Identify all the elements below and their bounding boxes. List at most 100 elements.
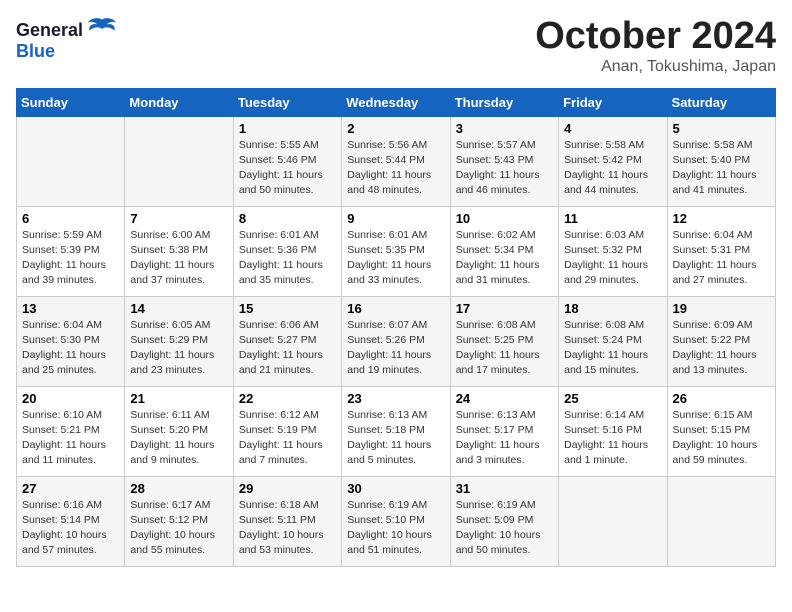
day-number: 2 [347,121,444,136]
calendar-cell: 23 Sunrise: 6:13 AMSunset: 5:18 PMDayligh… [342,386,450,476]
day-number: 10 [456,211,553,226]
day-info: Sunrise: 6:13 AMSunset: 5:17 PMDaylight:… [456,408,553,469]
calendar-cell: 21 Sunrise: 6:11 AMSunset: 5:20 PMDayligh… [125,386,233,476]
day-number: 15 [239,301,336,316]
logo: General Blue [16,16,116,62]
calendar-week-3: 20 Sunrise: 6:10 AMSunset: 5:21 PMDayligh… [17,386,776,476]
calendar-cell: 22Sunrise: 6:12 AMSunset: 5:19 PMDayligh… [233,386,341,476]
day-number: 26 [673,391,770,406]
logo-blue: Blue [16,41,55,62]
day-number: 8 [239,211,336,226]
calendar-cell [125,116,233,206]
day-info: Sunrise: 6:14 AMSunset: 5:16 PMDaylight:… [564,408,661,469]
day-info: Sunrise: 5:55 AMSunset: 5:46 PMDaylight:… [239,138,336,199]
header-sunday: Sunday [17,88,125,116]
day-info: Sunrise: 6:11 AMSunset: 5:20 PMDaylight:… [130,408,227,469]
title-area: October 2024 Anan, Tokushima, Japan [535,16,776,76]
day-info: Sunrise: 6:01 AMSunset: 5:36 PMDaylight:… [239,228,336,289]
day-info: Sunrise: 6:13 AMSunset: 5:18 PMDaylight:… [347,408,444,469]
day-info: Sunrise: 5:59 AMSunset: 5:39 PMDaylight:… [22,228,119,289]
page-header: General Blue October 2024 Anan, Tokushim… [16,16,776,76]
calendar-cell: 18 Sunrise: 6:08 AMSunset: 5:24 PMDayligh… [559,296,667,386]
calendar-cell: 25 Sunrise: 6:14 AMSunset: 5:16 PMDayligh… [559,386,667,476]
logo-bird-icon [88,16,116,36]
calendar-cell: 28 Sunrise: 6:17 AMSunset: 5:12 PMDayligh… [125,476,233,566]
calendar-cell: 19 Sunrise: 6:09 AMSunset: 5:22 PMDayligh… [667,296,775,386]
day-number: 16 [347,301,444,316]
day-info: Sunrise: 6:05 AMSunset: 5:29 PMDaylight:… [130,318,227,379]
day-info: Sunrise: 6:01 AMSunset: 5:35 PMDaylight:… [347,228,444,289]
day-info: Sunrise: 5:58 AMSunset: 5:42 PMDaylight:… [564,138,661,199]
day-info: Sunrise: 6:06 AMSunset: 5:27 PMDaylight:… [239,318,336,379]
header-wednesday: Wednesday [342,88,450,116]
logo-text: General [16,16,116,41]
day-info: Sunrise: 6:17 AMSunset: 5:12 PMDaylight:… [130,498,227,559]
day-number: 28 [130,481,227,496]
calendar-week-2: 13Sunrise: 6:04 AMSunset: 5:30 PMDayligh… [17,296,776,386]
day-number: 19 [673,301,770,316]
day-number: 31 [456,481,553,496]
calendar-cell: 24 Sunrise: 6:13 AMSunset: 5:17 PMDayligh… [450,386,558,476]
day-info: Sunrise: 6:19 AMSunset: 5:10 PMDaylight:… [347,498,444,559]
calendar-cell: 31 Sunrise: 6:19 AMSunset: 5:09 PMDayligh… [450,476,558,566]
calendar-cell: 15 Sunrise: 6:06 AMSunset: 5:27 PMDayligh… [233,296,341,386]
logo-general: General [16,20,83,40]
calendar-cell: 30Sunrise: 6:19 AMSunset: 5:10 PMDayligh… [342,476,450,566]
calendar-cell: 17 Sunrise: 6:08 AMSunset: 5:25 PMDayligh… [450,296,558,386]
header-saturday: Saturday [667,88,775,116]
calendar-week-4: 27Sunrise: 6:16 AMSunset: 5:14 PMDayligh… [17,476,776,566]
header-tuesday: Tuesday [233,88,341,116]
header-friday: Friday [559,88,667,116]
day-number: 18 [564,301,661,316]
day-info: Sunrise: 6:10 AMSunset: 5:21 PMDaylight:… [22,408,119,469]
day-info: Sunrise: 6:08 AMSunset: 5:24 PMDaylight:… [564,318,661,379]
calendar-cell: 11Sunrise: 6:03 AMSunset: 5:32 PMDayligh… [559,206,667,296]
day-info: Sunrise: 6:04 AMSunset: 5:31 PMDaylight:… [673,228,770,289]
calendar-table: SundayMondayTuesdayWednesdayThursdayFrid… [16,88,776,567]
day-number: 17 [456,301,553,316]
header-monday: Monday [125,88,233,116]
day-number: 21 [130,391,227,406]
calendar-cell: 16 Sunrise: 6:07 AMSunset: 5:26 PMDayligh… [342,296,450,386]
calendar-cell [559,476,667,566]
header-thursday: Thursday [450,88,558,116]
calendar-cell: 8 Sunrise: 6:01 AMSunset: 5:36 PMDaylight… [233,206,341,296]
header-row: SundayMondayTuesdayWednesdayThursdayFrid… [17,88,776,116]
day-number: 9 [347,211,444,226]
calendar-cell: 3Sunrise: 5:57 AMSunset: 5:43 PMDaylight… [450,116,558,206]
day-number: 25 [564,391,661,406]
calendar-cell: 2 Sunrise: 5:56 AMSunset: 5:44 PMDaylight… [342,116,450,206]
day-info: Sunrise: 6:02 AMSunset: 5:34 PMDaylight:… [456,228,553,289]
day-info: Sunrise: 5:56 AMSunset: 5:44 PMDaylight:… [347,138,444,199]
day-number: 20 [22,391,119,406]
calendar-cell: 29 Sunrise: 6:18 AMSunset: 5:11 PMDayligh… [233,476,341,566]
day-info: Sunrise: 6:16 AMSunset: 5:14 PMDaylight:… [22,498,119,559]
day-number: 5 [673,121,770,136]
day-info: Sunrise: 6:19 AMSunset: 5:09 PMDaylight:… [456,498,553,559]
calendar-cell: 27Sunrise: 6:16 AMSunset: 5:14 PMDayligh… [17,476,125,566]
day-number: 23 [347,391,444,406]
calendar-cell: 7 Sunrise: 6:00 AMSunset: 5:38 PMDaylight… [125,206,233,296]
day-number: 6 [22,211,119,226]
day-number: 7 [130,211,227,226]
day-info: Sunrise: 6:18 AMSunset: 5:11 PMDaylight:… [239,498,336,559]
day-number: 4 [564,121,661,136]
calendar-cell [667,476,775,566]
day-number: 24 [456,391,553,406]
calendar-cell: 9 Sunrise: 6:01 AMSunset: 5:35 PMDaylight… [342,206,450,296]
day-info: Sunrise: 5:58 AMSunset: 5:40 PMDaylight:… [673,138,770,199]
day-info: Sunrise: 6:07 AMSunset: 5:26 PMDaylight:… [347,318,444,379]
day-number: 29 [239,481,336,496]
day-info: Sunrise: 5:57 AMSunset: 5:43 PMDaylight:… [456,138,553,199]
calendar-cell: 20 Sunrise: 6:10 AMSunset: 5:21 PMDayligh… [17,386,125,476]
day-info: Sunrise: 6:03 AMSunset: 5:32 PMDaylight:… [564,228,661,289]
calendar-cell: 12Sunrise: 6:04 AMSunset: 5:31 PMDayligh… [667,206,775,296]
calendar-cell: 26Sunrise: 6:15 AMSunset: 5:15 PMDayligh… [667,386,775,476]
calendar-cell [17,116,125,206]
calendar-cell: 10 Sunrise: 6:02 AMSunset: 5:34 PMDayligh… [450,206,558,296]
calendar-cell: 13Sunrise: 6:04 AMSunset: 5:30 PMDayligh… [17,296,125,386]
calendar-cell: 14Sunrise: 6:05 AMSunset: 5:29 PMDayligh… [125,296,233,386]
day-info: Sunrise: 6:08 AMSunset: 5:25 PMDaylight:… [456,318,553,379]
day-info: Sunrise: 6:00 AMSunset: 5:38 PMDaylight:… [130,228,227,289]
day-info: Sunrise: 6:09 AMSunset: 5:22 PMDaylight:… [673,318,770,379]
